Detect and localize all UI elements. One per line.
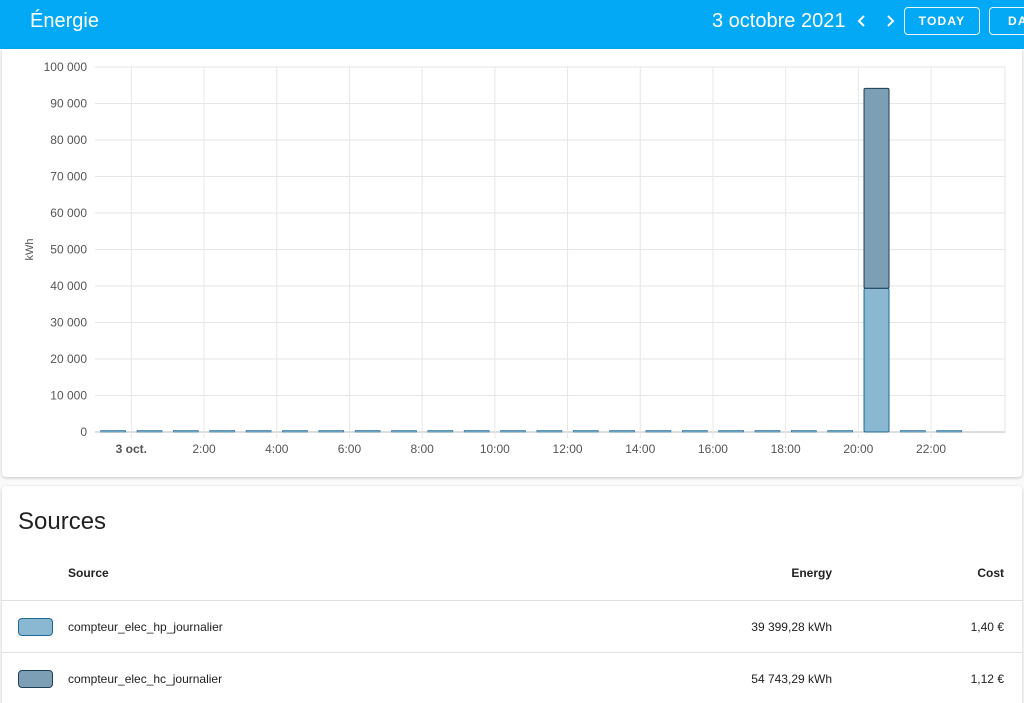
bar-hp bbox=[645, 430, 672, 433]
bar-hp bbox=[318, 430, 345, 433]
bar-hp bbox=[354, 430, 381, 433]
bar-hc bbox=[863, 87, 890, 289]
today-button[interactable]: TODAY bbox=[904, 7, 980, 35]
bar-hp bbox=[209, 430, 236, 433]
bar-hp bbox=[936, 430, 963, 433]
y-tick-label: 10 000 bbox=[50, 389, 87, 403]
bar-hp bbox=[282, 430, 308, 433]
bar-hp bbox=[827, 430, 853, 433]
source-energy: 54 743,29 kWh bbox=[751, 672, 832, 686]
x-tick-label: 3 oct. bbox=[116, 442, 147, 456]
chevron-left-icon bbox=[857, 15, 865, 27]
bar-hp bbox=[681, 430, 708, 433]
next-period-button[interactable] bbox=[879, 10, 901, 32]
bar-hp bbox=[500, 430, 526, 433]
bar-hp bbox=[900, 430, 926, 433]
y-tick-label: 60 000 bbox=[50, 206, 87, 220]
previous-period-button[interactable] bbox=[851, 10, 873, 32]
y-tick-label: 80 000 bbox=[50, 133, 87, 147]
source-cost: 1,40 € bbox=[970, 620, 1004, 634]
x-tick-label: 2:00 bbox=[192, 442, 216, 456]
column-header-cost: Cost bbox=[977, 566, 1004, 580]
app-header: Énergie 3 octobre 2021 TODAY DAY bbox=[0, 0, 1024, 49]
bar-hp bbox=[536, 430, 563, 433]
bar-hp bbox=[791, 430, 817, 433]
y-tick-label: 50 000 bbox=[50, 243, 87, 257]
source-cost: 1,12 € bbox=[970, 672, 1004, 686]
date-label: 3 octobre 2021 bbox=[712, 10, 846, 32]
page-title: Énergie bbox=[30, 10, 99, 32]
x-tick-label: 12:00 bbox=[553, 442, 583, 456]
y-tick-label: 70 000 bbox=[50, 170, 87, 184]
bar-hp bbox=[718, 430, 744, 433]
bar-hp bbox=[173, 430, 199, 433]
table-row: compteur_elec_hp_journalier 39 399,28 kW… bbox=[2, 600, 1022, 652]
bar-hp bbox=[427, 430, 454, 433]
series-color-swatch bbox=[18, 670, 53, 688]
table-row: compteur_elec_hc_journalier 54 743,29 kW… bbox=[2, 652, 1022, 703]
x-tick-label: 18:00 bbox=[771, 442, 801, 456]
x-tick-label: 4:00 bbox=[265, 442, 289, 456]
y-tick-label: 30 000 bbox=[50, 316, 87, 330]
sources-card: Sources Source Energy Cost compteur_elec… bbox=[2, 486, 1022, 703]
energy-chart-card: 0 10 000 20 000 30 000 40 000 50 000 60 000 70 … bbox=[2, 49, 1022, 477]
bar-hp bbox=[136, 430, 163, 433]
y-axis-label: kWh bbox=[24, 239, 36, 261]
y-tick-label: 0 bbox=[80, 425, 87, 439]
sources-title: Sources bbox=[18, 508, 107, 535]
bar-hp bbox=[245, 430, 272, 433]
bar-hp bbox=[572, 430, 599, 433]
x-tick-label: 14:00 bbox=[625, 442, 655, 456]
x-tick-label: 8:00 bbox=[410, 442, 434, 456]
bar-hp bbox=[391, 430, 417, 433]
y-tick-label: 90 000 bbox=[50, 97, 87, 111]
column-header-source: Source bbox=[68, 566, 109, 580]
bar-hp bbox=[463, 430, 490, 433]
y-tick-label: 20 000 bbox=[50, 352, 87, 366]
source-energy: 39 399,28 kWh bbox=[751, 620, 832, 634]
column-header-energy: Energy bbox=[791, 566, 832, 580]
x-tick-label: 22:00 bbox=[916, 442, 946, 456]
chevron-right-icon bbox=[887, 15, 895, 27]
x-tick-label: 20:00 bbox=[843, 442, 873, 456]
x-tick-label: 6:00 bbox=[338, 442, 362, 456]
x-tick-label: 16:00 bbox=[698, 442, 728, 456]
series-color-swatch bbox=[18, 618, 53, 636]
source-name: compteur_elec_hc_journalier bbox=[68, 672, 223, 686]
bar-hp bbox=[863, 287, 890, 433]
bar-hp bbox=[100, 430, 126, 433]
bar-hp bbox=[609, 430, 635, 433]
bar-hp bbox=[754, 430, 781, 433]
day-period-button[interactable]: DAY bbox=[989, 7, 1024, 35]
x-tick-label: 10:00 bbox=[480, 442, 510, 456]
source-name: compteur_elec_hp_journalier bbox=[68, 620, 223, 634]
y-tick-label: 40 000 bbox=[50, 279, 87, 293]
energy-bar-chart: 0 10 000 20 000 30 000 40 000 50 000 60 000 70 … bbox=[24, 60, 1006, 456]
y-tick-label: 100 000 bbox=[44, 60, 88, 74]
